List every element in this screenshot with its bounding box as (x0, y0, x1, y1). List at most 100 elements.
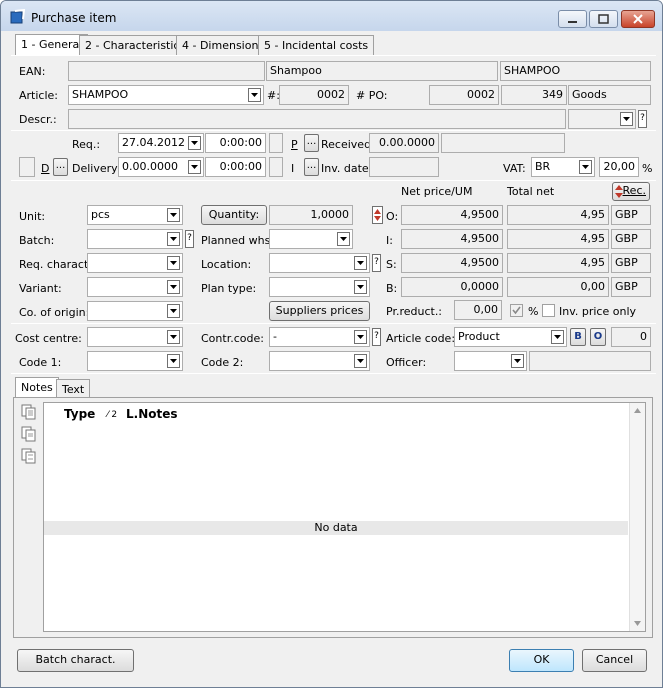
received-extra-field[interactable] (441, 133, 565, 153)
chevron-down-icon[interactable] (167, 330, 180, 344)
officer-name-field[interactable] (529, 351, 651, 371)
chevron-down-icon[interactable] (167, 304, 180, 318)
hash-field[interactable]: 0002 (279, 85, 349, 105)
chevron-down-icon[interactable] (354, 256, 367, 270)
price-i-net[interactable]: 4,9500 (401, 229, 503, 249)
article-code-combo[interactable]: Product (454, 327, 567, 347)
col-notes-header[interactable]: L.Notes (126, 408, 178, 421)
suppliers-prices-button[interactable]: Suppliers prices (269, 301, 370, 321)
req-charact-combo[interactable] (87, 253, 183, 273)
chevron-down-icon[interactable] (167, 280, 180, 294)
scroll-down-icon[interactable] (634, 621, 641, 626)
code2-combo[interactable] (269, 351, 370, 371)
price-i-currency[interactable]: GBP (611, 229, 651, 249)
received-field[interactable]: 0.00.0000 (369, 133, 439, 153)
quantity-spin-button[interactable] (372, 206, 383, 224)
unit-combo[interactable]: pcs (87, 205, 183, 225)
quantity-field[interactable]: 1,0000 (269, 205, 353, 225)
vat-rate-field[interactable]: 20,00 (599, 157, 639, 177)
ok-button[interactable]: OK (509, 649, 574, 672)
batch-combo[interactable] (87, 229, 183, 249)
chevron-down-icon[interactable] (354, 330, 367, 344)
minimize-button[interactable] (558, 10, 587, 28)
name-field-1[interactable]: Shampoo (266, 61, 498, 81)
chevron-down-icon[interactable] (188, 160, 201, 174)
d-dots-button[interactable]: ... (53, 158, 68, 176)
chevron-down-icon[interactable] (337, 232, 350, 246)
quantity-button[interactable]: Quantity: (201, 205, 267, 225)
chevron-down-icon[interactable] (511, 354, 524, 368)
code1-combo[interactable] (87, 351, 183, 371)
cancel-button[interactable]: Cancel (582, 649, 647, 672)
tab-text[interactable]: Text (56, 379, 91, 399)
variant-combo[interactable] (87, 277, 183, 297)
po-number-field[interactable]: 349 (501, 85, 567, 105)
price-b-total[interactable]: 0,00 (507, 277, 609, 297)
cost-centre-combo[interactable] (87, 327, 183, 347)
vat-combo[interactable]: BR (531, 157, 595, 177)
rec-button[interactable]: Rec. (612, 182, 650, 201)
name-field-2[interactable]: SHAMPOO (500, 61, 651, 81)
inv-date-field[interactable] (369, 157, 439, 177)
price-s-total[interactable]: 4,95 (507, 253, 609, 273)
location-help-button[interactable]: ? (372, 254, 381, 272)
location-combo[interactable] (269, 253, 370, 273)
price-o-net[interactable]: 4,9500 (401, 205, 503, 225)
chevron-down-icon[interactable] (248, 88, 261, 102)
price-s-net[interactable]: 4,9500 (401, 253, 503, 273)
tab-general[interactable]: 1 - General (15, 34, 89, 56)
p-dots-button[interactable]: ... (304, 134, 319, 152)
chevron-down-icon[interactable] (167, 354, 180, 368)
i-dots-button[interactable]: ... (304, 158, 319, 176)
help-button[interactable]: ? (638, 110, 647, 128)
batch-help-button[interactable]: ? (185, 230, 194, 248)
goods-field[interactable]: Goods (568, 85, 651, 105)
chevron-down-icon[interactable] (167, 256, 180, 270)
ean-field[interactable] (68, 61, 265, 81)
officer-combo[interactable] (454, 351, 527, 371)
delivery-extra-field[interactable] (269, 157, 283, 177)
co-origin-combo[interactable] (87, 301, 183, 321)
price-b-currency[interactable]: GBP (611, 277, 651, 297)
scroll-up-icon[interactable] (634, 408, 641, 413)
price-s-currency[interactable]: GBP (611, 253, 651, 273)
chevron-down-icon[interactable] (167, 232, 180, 246)
planned-whse-combo[interactable] (269, 229, 353, 249)
delivery-date-combo[interactable]: 0.00.0000 (118, 157, 204, 177)
pr-reduct-field[interactable]: 0,00 (454, 300, 502, 320)
d-box[interactable] (19, 157, 35, 177)
inv-price-only-checkbox[interactable] (542, 304, 555, 317)
close-button[interactable] (621, 10, 655, 28)
chevron-down-icon[interactable] (354, 354, 367, 368)
batch-charact-button[interactable]: Batch charact. (17, 649, 134, 672)
chevron-down-icon[interactable] (551, 330, 564, 344)
tab-incidental-costs[interactable]: 5 - Incidental costs (258, 35, 375, 55)
article-code-number[interactable]: 0 (611, 327, 651, 347)
contr-code-combo[interactable]: - (269, 327, 370, 347)
chevron-down-icon[interactable] (167, 208, 180, 222)
contr-code-help-button[interactable]: ? (372, 328, 381, 346)
plan-type-combo[interactable] (269, 277, 370, 297)
req-time-field[interactable]: 0:00:00 (205, 133, 266, 153)
maximize-button[interactable] (589, 10, 618, 28)
tab-dimensions[interactable]: 4 - Dimensions (176, 35, 271, 55)
b-button[interactable]: B (570, 328, 586, 346)
price-o-currency[interactable]: GBP (611, 205, 651, 225)
col-type-header[interactable]: Type (64, 408, 95, 421)
req-extra-field[interactable] (269, 133, 283, 153)
po-field[interactable]: 0002 (429, 85, 499, 105)
vertical-scrollbar[interactable] (629, 403, 645, 631)
delivery-time-field[interactable]: 0:00:00 (205, 157, 266, 177)
article-combo[interactable]: SHAMPOO (68, 85, 264, 105)
pr-reduct-percent-checkbox[interactable] (510, 304, 523, 317)
edit-note-icon[interactable] (21, 426, 37, 442)
tab-notes[interactable]: Notes (15, 377, 59, 398)
tab-characteristics[interactable]: 2 - Characteristics (79, 35, 192, 55)
descr-field[interactable] (68, 109, 566, 129)
price-o-total[interactable]: 4,95 (507, 205, 609, 225)
req-date-combo[interactable]: 27.04.2012 (118, 133, 204, 153)
chevron-down-icon[interactable] (354, 280, 367, 294)
o-button[interactable]: O (590, 328, 606, 346)
price-b-net[interactable]: 0,0000 (401, 277, 503, 297)
copy-note-icon[interactable] (21, 448, 37, 464)
